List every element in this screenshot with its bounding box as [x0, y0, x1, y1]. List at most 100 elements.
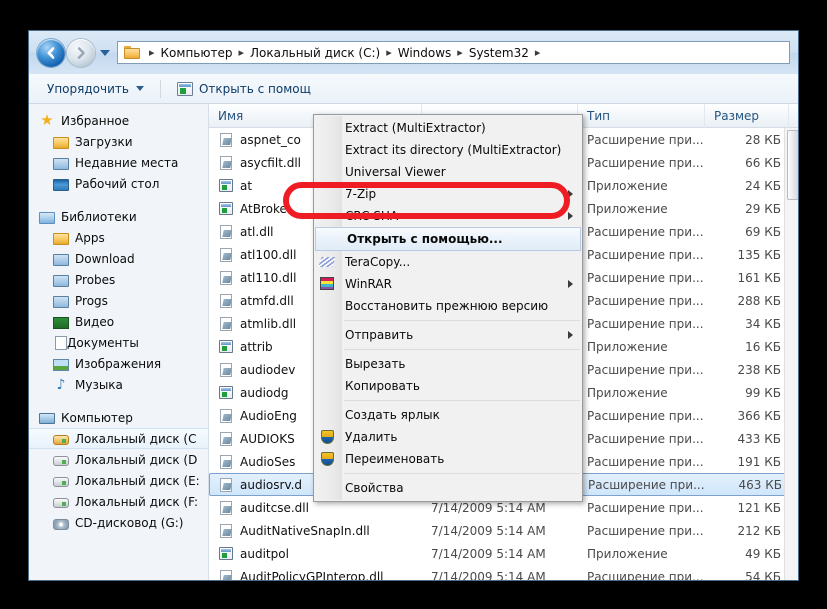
- sidebar-item-video[interactable]: Видео: [29, 311, 208, 332]
- menu-item[interactable]: Отправить: [314, 324, 582, 346]
- breadcrumb-separator[interactable]: ▸: [386, 47, 392, 58]
- sidebar-item-desktop[interactable]: Рабочий стол: [29, 173, 208, 194]
- file-name-label: atmlib.dll: [240, 317, 296, 331]
- dll-file-icon: [220, 501, 232, 515]
- menu-item[interactable]: Открыть с помощью...: [315, 227, 581, 251]
- sidebar-group-favorites[interactable]: ★ Избранное: [29, 110, 208, 131]
- context-menu[interactable]: Extract (MultiExtractor)Extract its dire…: [313, 114, 583, 502]
- column-header-size[interactable]: Размер: [705, 104, 789, 128]
- menu-item[interactable]: Восстановить прежнюю версию: [314, 295, 582, 317]
- menu-item-label: CRC SHA: [345, 209, 398, 223]
- menu-item[interactable]: CRC SHA: [314, 205, 582, 227]
- sidebar-item-recent-places[interactable]: Недавние места: [29, 152, 208, 173]
- sidebar-item-downloads[interactable]: Загрузки: [29, 131, 208, 152]
- menu-item[interactable]: Extract (MultiExtractor): [314, 117, 582, 139]
- menu-item[interactable]: Удалить: [314, 426, 582, 448]
- navigation-pane[interactable]: ★ Избранное Загрузки Недавние места Рабо…: [29, 104, 209, 581]
- file-size-cell: 69 КБ: [705, 225, 789, 239]
- file-name-label: atl110.dll: [240, 271, 296, 285]
- file-type-cell: Расширение при...: [578, 524, 705, 538]
- column-header-extra[interactable]: [789, 104, 799, 128]
- breadcrumb-separator[interactable]: ▸: [457, 47, 463, 58]
- open-with-button[interactable]: Открыть с помощ: [169, 77, 319, 101]
- sidebar-item-progs[interactable]: Progs: [29, 290, 208, 311]
- file-name-label: AtBroke: [240, 202, 287, 216]
- sidebar-item-drive-d[interactable]: Локальный диск (D: [29, 449, 208, 470]
- sidebar-item-label: Progs: [75, 294, 108, 308]
- file-size-cell: 54 КБ: [705, 570, 789, 582]
- menu-item[interactable]: Переименовать: [314, 448, 582, 470]
- sidebar-item-probes[interactable]: Probes: [29, 269, 208, 290]
- sidebar-item-label: CD-дисковод (G:): [75, 516, 183, 530]
- file-name-label: audiosrv.d: [240, 478, 302, 492]
- application-icon: [219, 179, 233, 192]
- breadcrumb-item-system32[interactable]: System32: [469, 46, 529, 60]
- menu-item-label: Удалить: [345, 430, 398, 444]
- file-type-cell: Приложение: [578, 179, 705, 193]
- file-type-cell: Расширение при...: [578, 455, 705, 469]
- table-row[interactable]: AuditNativeSnapIn.dll7/14/2009 5:14 AMРа…: [209, 519, 799, 542]
- sidebar-item-drive-e[interactable]: Локальный диск (E:: [29, 470, 208, 491]
- sidebar-item-cd-drive[interactable]: CD-дисковод (G:): [29, 512, 208, 533]
- breadcrumb-item-local-disk-c[interactable]: Локальный диск (C:): [250, 46, 380, 60]
- sidebar-item-label: Недавние места: [75, 156, 178, 170]
- file-name-label: auditcse.dll: [240, 501, 309, 515]
- breadcrumb-item-computer[interactable]: Компьютер: [161, 46, 233, 60]
- file-name-cell[interactable]: auditpol: [209, 547, 422, 561]
- menu-item[interactable]: TeraCopy...: [314, 251, 582, 273]
- breadcrumb-separator[interactable]: ▸: [535, 47, 541, 58]
- sidebar-item-download[interactable]: Download: [29, 248, 208, 269]
- history-dropdown-button[interactable]: [100, 50, 110, 56]
- application-icon: [219, 386, 233, 399]
- sidebar-item-drive-f[interactable]: Локальный диск (F:: [29, 491, 208, 512]
- menu-item[interactable]: 7-Zip: [314, 183, 582, 205]
- sidebar-item-documents[interactable]: Документы: [29, 332, 208, 353]
- breadcrumb-separator[interactable]: ▸: [149, 47, 155, 58]
- menu-item[interactable]: WinRAR: [314, 273, 582, 295]
- breadcrumb-bar[interactable]: ▸ Компьютер ▸ Локальный диск (C:) ▸ Wind…: [117, 41, 790, 64]
- vertical-scrollbar[interactable]: [784, 128, 799, 581]
- drive-e-icon: [53, 477, 69, 487]
- organize-button[interactable]: Упорядочить: [39, 77, 152, 101]
- sidebar-item-music[interactable]: ♪ Музыка: [29, 374, 208, 395]
- menu-item[interactable]: Universal Viewer: [314, 161, 582, 183]
- column-header-type[interactable]: Тип: [578, 104, 705, 128]
- breadcrumb-item-windows[interactable]: Windows: [398, 46, 452, 60]
- file-name-cell[interactable]: AuditNativeSnapIn.dll: [209, 524, 422, 538]
- file-type-cell: Расширение при...: [578, 156, 705, 170]
- back-button[interactable]: [37, 39, 65, 67]
- menu-item[interactable]: Копировать: [314, 375, 582, 397]
- back-arrow-icon: [44, 46, 58, 60]
- sidebar-item-drive-c[interactable]: Локальный диск (C: [29, 428, 208, 449]
- scrollbar-thumb[interactable]: [787, 130, 799, 200]
- sidebar-group-label: Компьютер: [61, 411, 133, 425]
- menu-item[interactable]: Свойства: [314, 477, 582, 499]
- dll-file-icon: [220, 455, 232, 469]
- file-name-label: aspnet_co: [240, 133, 301, 147]
- submenu-arrow-icon: [568, 212, 573, 220]
- table-row[interactable]: auditpol7/14/2009 5:14 AMПриложение49 КБ: [209, 542, 799, 565]
- sidebar-group-computer[interactable]: Компьютер: [29, 407, 208, 428]
- sidebar-group-libraries[interactable]: Библиотеки: [29, 206, 208, 227]
- menu-separator: [344, 349, 580, 350]
- application-icon: [219, 547, 233, 560]
- file-name-cell[interactable]: auditcse.dll: [209, 501, 422, 515]
- file-size-cell: 238 КБ: [705, 363, 789, 377]
- menu-item[interactable]: Extract its directory (MultiExtractor): [314, 139, 582, 161]
- drive-f-icon: [53, 498, 69, 508]
- dll-file-icon: [220, 294, 232, 308]
- library-music-icon: ♪: [53, 377, 69, 393]
- menu-item[interactable]: Создать ярлык: [314, 404, 582, 426]
- file-size-cell: 29 КБ: [705, 202, 789, 216]
- sidebar-item-pictures[interactable]: Изображения: [29, 353, 208, 374]
- application-icon: [219, 340, 233, 353]
- breadcrumb-separator[interactable]: ▸: [238, 47, 244, 58]
- sidebar-item-apps[interactable]: Apps: [29, 227, 208, 248]
- forward-button[interactable]: [67, 39, 95, 67]
- menu-item[interactable]: Вырезать: [314, 353, 582, 375]
- table-row[interactable]: AuditPolicyGPInterop.dll7/14/2009 5:14 A…: [209, 565, 799, 581]
- file-date-cell: 7/14/2009 5:14 AM: [422, 547, 578, 561]
- address-bar: ▸ Компьютер ▸ Локальный диск (C:) ▸ Wind…: [29, 31, 799, 74]
- file-name-cell[interactable]: AuditPolicyGPInterop.dll: [209, 570, 422, 582]
- sidebar-item-label: Изображения: [75, 357, 161, 371]
